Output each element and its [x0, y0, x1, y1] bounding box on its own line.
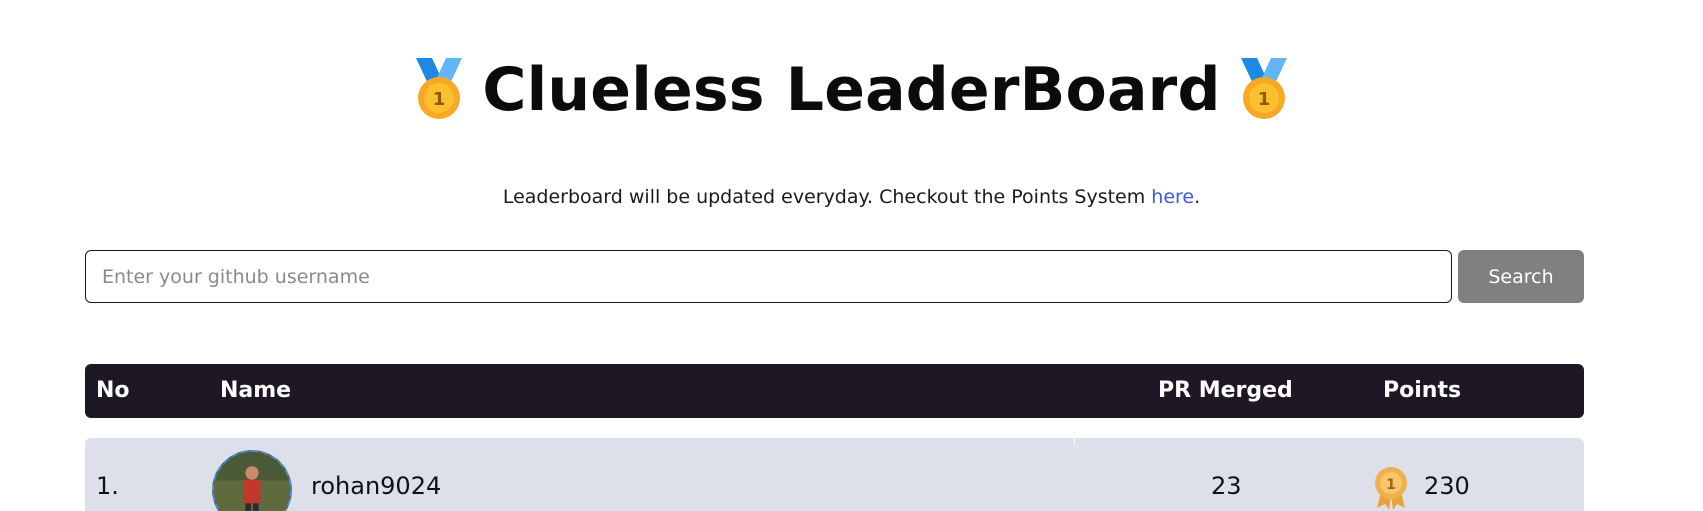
column-header-no: No — [96, 378, 130, 403]
svg-text:1: 1 — [1386, 477, 1396, 493]
column-header-points: Points — [1383, 378, 1462, 403]
svg-text:1: 1 — [1257, 89, 1270, 110]
avatar-photo — [214, 452, 290, 511]
rank-number: 1. — [96, 472, 119, 500]
subtitle: Leaderboard will be updated everyday. Ch… — [0, 186, 1703, 208]
user-avatar[interactable] — [212, 450, 292, 511]
leaderboard-page: 1 Clueless LeaderBoard 1 Leaderboard wil… — [0, 0, 1703, 511]
column-header-name: Name — [220, 378, 292, 403]
username-search-input[interactable] — [85, 250, 1452, 303]
first-place-badge-icon: 1 — [1375, 467, 1407, 510]
column-header-pr-merged: PR Merged — [1158, 378, 1293, 403]
table-header: No Name PR Merged Points — [85, 364, 1584, 418]
points-system-link[interactable]: here — [1151, 186, 1194, 208]
page-title: 1 Clueless LeaderBoard 1 — [0, 58, 1703, 122]
search-button[interactable]: Search — [1458, 250, 1584, 303]
row-divider — [1074, 438, 1075, 446]
username[interactable]: rohan9024 — [311, 472, 441, 500]
table-row: 1. rohan9024 23 1 230 — [85, 438, 1584, 511]
svg-text:1: 1 — [433, 89, 446, 110]
gold-medal-icon: 1 — [1240, 58, 1287, 119]
gold-medal-icon: 1 — [416, 58, 463, 119]
pr-merged-count: 23 — [1211, 472, 1242, 500]
points-value: 230 — [1424, 472, 1470, 500]
subtitle-suffix: . — [1194, 186, 1201, 208]
subtitle-text: Leaderboard will be updated everyday. Ch… — [502, 186, 1152, 208]
page-title-text: Clueless LeaderBoard — [482, 55, 1221, 125]
